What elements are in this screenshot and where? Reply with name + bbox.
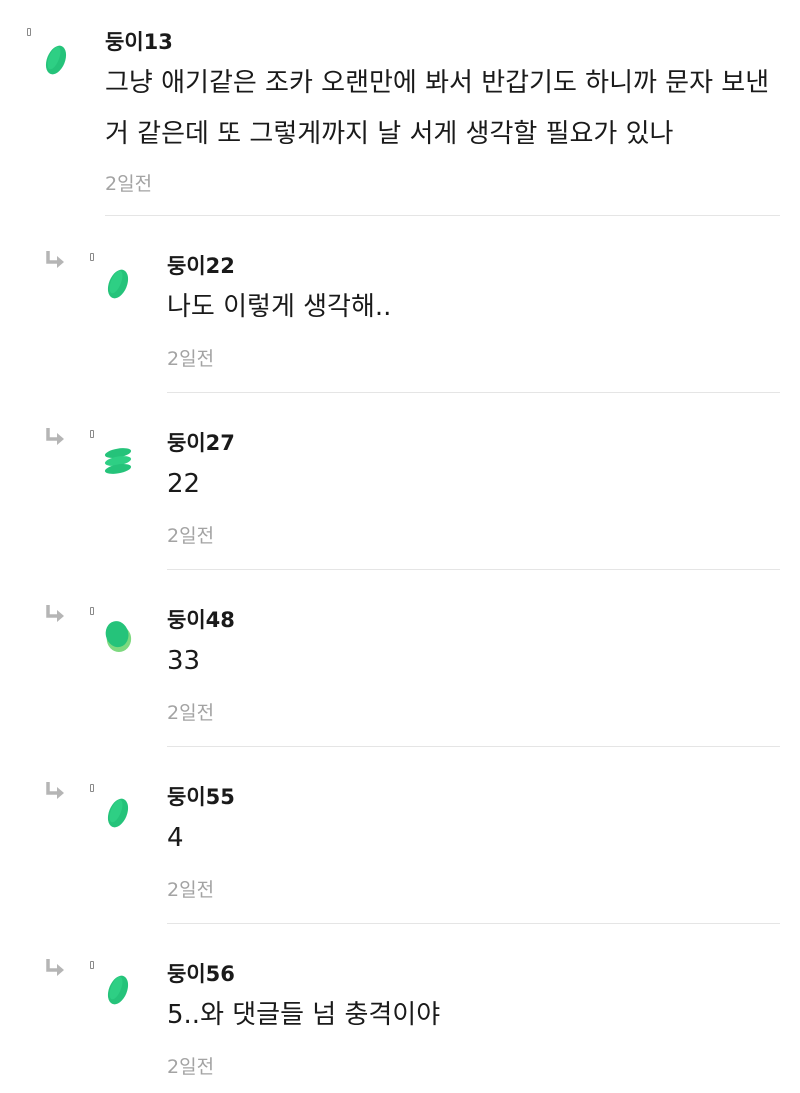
green-leaf-icon [45,45,67,75]
comment-time: 2일전 [167,879,215,901]
reply-arrow-icon [46,605,64,622]
comment-text: 4 [167,823,184,853]
comment-text: 22 [167,469,201,499]
comment-author[interactable]: 둥이48 [167,604,235,634]
comment-divider [167,746,780,747]
green-blob-icon [105,621,132,652]
comment-author[interactable]: 둥이56 [167,958,235,988]
comment-author[interactable]: 둥이22 [167,250,235,280]
green-stack-icon [104,448,132,474]
comment-text: 33 [167,646,201,676]
comment-author[interactable]: 둥이55 [167,781,235,811]
status-mark-icon [90,784,94,792]
comment-author[interactable]: 둥이13 [105,26,173,56]
status-mark-icon [90,430,94,438]
status-mark-icon [90,961,94,969]
green-leaf-icon [107,798,129,828]
comment-divider [167,923,780,924]
comment-text: 5..와 댓글들 넘 충격이야 [167,1000,441,1030]
comment-divider [167,392,780,393]
comment-time: 2일전 [167,1056,215,1078]
comment-time: 2일전 [167,348,215,370]
green-leaf-icon [107,269,129,299]
green-leaf-icon [107,975,129,1005]
status-mark-icon [27,28,31,36]
comment-divider [105,215,780,216]
comment-divider [167,569,780,570]
comment-text: 나도 이렇게 생각해.. [167,292,392,322]
reply-arrow-icon [46,428,64,445]
comment-time: 2일전 [167,702,215,724]
reply-arrow-icon [46,959,64,976]
reply-arrow-icon [46,251,64,268]
comment-time: 2일전 [105,173,153,195]
comment-text: 그냥 애기같은 조카 오랜만에 봐서 반갑기도 하니까 문자 보낸 거 같은데 … [105,68,770,149]
reply-arrow-icon [46,782,64,799]
comment-author[interactable]: 둥이27 [167,427,235,457]
comment-time: 2일전 [167,525,215,547]
status-mark-icon [90,607,94,615]
status-mark-icon [90,253,94,261]
